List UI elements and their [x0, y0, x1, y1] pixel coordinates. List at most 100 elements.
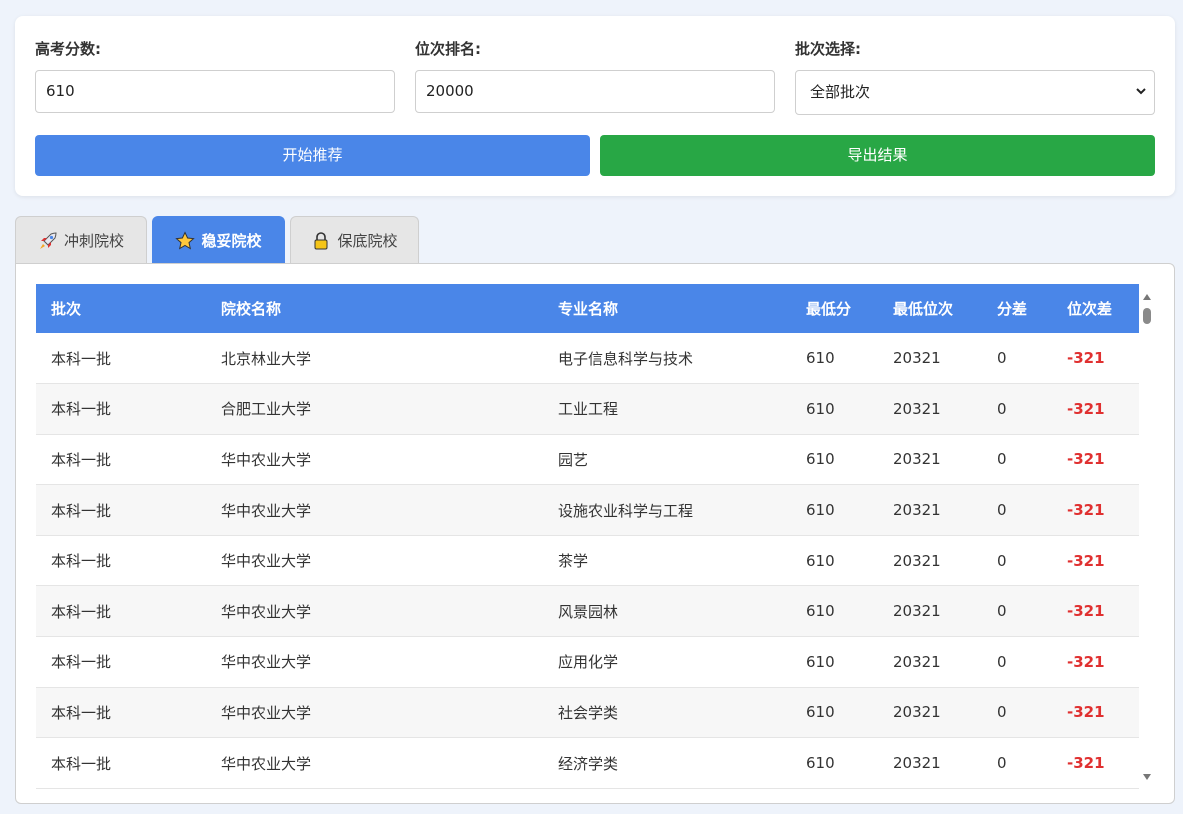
batch-cell: 本科一批 — [36, 585, 206, 638]
batch-cell: 本科一批 — [36, 484, 206, 536]
rank-field: 位次排名: 20000 — [415, 38, 775, 113]
tab-stable[interactable]: 稳妥院校 — [152, 216, 285, 264]
batch-cell: 本科一批 — [36, 687, 206, 739]
min-score-cell: 610 — [791, 687, 878, 739]
col-header-min-rank[interactable]: 最低位次 — [878, 284, 982, 333]
table-row[interactable]: 本科一批 华中农业大学 风景园林 610 20321 0 -321 — [36, 585, 1139, 638]
min-score-cell: 610 — [791, 383, 878, 435]
min-rank-cell: 20321 — [878, 687, 982, 739]
score-input[interactable]: 610 — [35, 70, 395, 113]
score-diff-cell: 0 — [982, 585, 1052, 638]
table-row[interactable]: 本科一批 华中农业大学 应用化学 610 20321 0 -321 — [36, 636, 1139, 688]
col-header-rank-diff[interactable]: 位次差 — [1052, 284, 1139, 333]
rank-label: 位次排名: — [415, 40, 481, 58]
col-header-school[interactable]: 院校名称 — [206, 284, 543, 333]
score-label: 高考分数: — [35, 40, 101, 58]
school-cell: 华中农业大学 — [206, 636, 543, 688]
major-cell: 茶学 — [543, 535, 791, 587]
min-rank-cell: 20321 — [878, 636, 982, 688]
batch-select[interactable]: 全部批次 — [795, 70, 1155, 115]
school-cell: 华中农业大学 — [206, 484, 543, 536]
rank-diff-cell: -321 — [1052, 434, 1139, 486]
rank-diff-cell: -321 — [1052, 484, 1139, 536]
tab-stable-label: 稳妥院校 — [201, 232, 262, 250]
chevron-down-icon — [1136, 88, 1146, 95]
scroll-up-icon[interactable] — [1143, 294, 1151, 300]
table-row[interactable]: 本科一批 华中农业大学 园艺 610 20321 0 -321 — [36, 434, 1139, 486]
batch-label: 批次选择: — [795, 40, 861, 58]
table-scrollbar[interactable] — [1141, 284, 1153, 780]
min-rank-cell: 20321 — [878, 333, 982, 385]
results-panel: 批次 院校名称 专业名称 最低分 最低位次 分差 位次差 本科一批 北京林业大学电… — [15, 263, 1175, 804]
min-rank-cell: 20321 — [878, 585, 982, 638]
tab-sprint-label: 冲刺院校 — [63, 232, 124, 250]
table-row[interactable]: 本科一批 华中农业大学 茶学 610 20321 0 -321 — [36, 535, 1139, 587]
min-score-cell: 610 — [791, 585, 878, 638]
lock-icon — [314, 231, 328, 249]
score-diff-cell: 0 — [982, 333, 1052, 385]
search-panel: 高考分数: 610 位次排名: 20000 批次选择: 全部批次 开始推荐 导出… — [15, 16, 1175, 196]
table-row[interactable]: 本科一批 北京林业大学 电子信息科学与技术 610 20321 0 -321 — [36, 333, 1139, 385]
major-cell: 社会学类 — [543, 687, 791, 739]
col-header-score-diff[interactable]: 分差 — [982, 284, 1052, 333]
rank-diff-cell: -321 — [1052, 737, 1139, 789]
rank-diff-cell: -321 — [1052, 535, 1139, 587]
star-icon — [175, 230, 196, 249]
rank-input[interactable]: 20000 — [415, 70, 775, 113]
batch-cell: 本科一批 — [36, 434, 206, 486]
rank-diff-cell: -321 — [1052, 636, 1139, 688]
score-diff-cell: 0 — [982, 535, 1052, 587]
batch-cell: 本科一批 — [36, 636, 206, 688]
table-row[interactable]: 本科一批 华中农业大学 设施农业科学与工程 610 20321 0 -321 — [36, 484, 1139, 536]
table-row[interactable]: 本科一批 华中农业大学 经济学类 610 20321 0 -321 — [36, 737, 1139, 789]
major-cell: 园艺 — [543, 434, 791, 486]
results-table: 批次 院校名称 专业名称 最低分 最低位次 分差 位次差 本科一批 北京林业大学电… — [36, 284, 1139, 789]
export-button[interactable]: 导出结果 — [600, 135, 1155, 176]
batch-cell: 本科一批 — [36, 737, 206, 789]
batch-field: 批次选择: 全部批次 — [795, 38, 1155, 115]
tab-safe-label: 保底院校 — [337, 232, 398, 250]
min-score-cell: 610 — [791, 434, 878, 486]
school-cell: 华中农业大学 — [206, 687, 543, 739]
min-rank-cell: 20321 — [878, 535, 982, 587]
tab-safe[interactable]: 保底院校 — [290, 216, 419, 264]
table-header-row: 批次 院校名称 专业名称 最低分 最低位次 分差 位次差 — [36, 284, 1139, 333]
min-score-cell: 610 — [791, 737, 878, 789]
rank-diff-cell: -321 — [1052, 383, 1139, 435]
score-diff-cell: 0 — [982, 737, 1052, 789]
score-diff-cell: 0 — [982, 636, 1052, 688]
school-cell: 华中农业大学 — [206, 434, 543, 486]
table-row[interactable]: 本科一批 合肥工业大学 工业工程 610 20321 0 -321 — [36, 383, 1139, 435]
school-cell: 华中农业大学 — [206, 535, 543, 587]
score-diff-cell: 0 — [982, 484, 1052, 536]
scroll-down-icon[interactable] — [1143, 774, 1151, 780]
min-score-cell: 610 — [791, 535, 878, 587]
score-diff-cell: 0 — [982, 687, 1052, 739]
school-cell: 华中农业大学 — [206, 585, 543, 638]
batch-select-value: 全部批次 — [810, 83, 871, 101]
major-cell: 经济学类 — [543, 737, 791, 789]
col-header-major[interactable]: 专业名称 — [543, 284, 791, 333]
rank-diff-cell: -321 — [1052, 687, 1139, 739]
tab-sprint[interactable]: 冲刺院校 — [15, 216, 147, 264]
col-header-batch[interactable]: 批次 — [36, 284, 206, 333]
rank-diff-cell: -321 — [1052, 585, 1139, 638]
col-header-min-score[interactable]: 最低分 — [791, 284, 878, 333]
major-cell: 风景园林 — [543, 585, 791, 638]
min-score-cell: 610 — [791, 333, 878, 385]
rocket-icon — [39, 231, 57, 249]
school-cell: 合肥工业大学 — [206, 383, 543, 435]
min-rank-cell: 20321 — [878, 434, 982, 486]
score-diff-cell: 0 — [982, 434, 1052, 486]
batch-cell: 本科一批 — [36, 535, 206, 587]
batch-cell: 本科一批 — [36, 333, 206, 385]
table-row[interactable]: 本科一批 华中农业大学 社会学类 610 20321 0 -321 — [36, 687, 1139, 739]
scrollbar-thumb[interactable] — [1143, 308, 1151, 324]
major-cell: 工业工程 — [543, 383, 791, 435]
min-rank-cell: 20321 — [878, 737, 982, 789]
score-diff-cell: 0 — [982, 383, 1052, 435]
score-field: 高考分数: 610 — [35, 38, 395, 113]
min-rank-cell: 20321 — [878, 484, 982, 536]
recommend-button[interactable]: 开始推荐 — [35, 135, 590, 176]
major-cell: 应用化学 — [543, 636, 791, 688]
